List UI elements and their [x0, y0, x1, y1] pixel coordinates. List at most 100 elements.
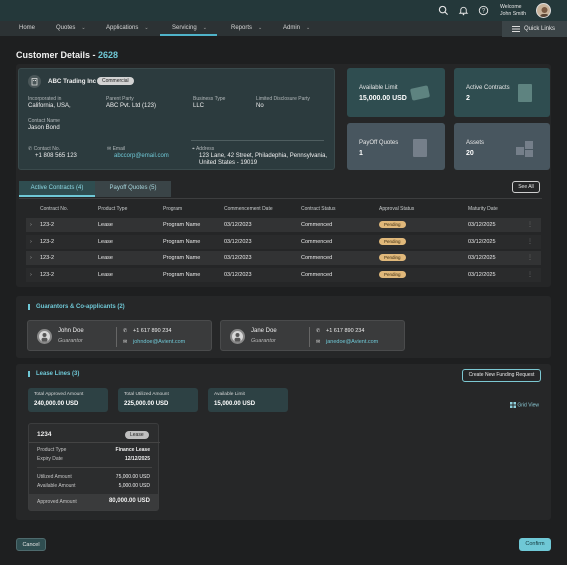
boxes-icon — [516, 141, 533, 157]
search-icon[interactable] — [438, 5, 449, 16]
guarantor-role: Guarantor — [58, 338, 83, 344]
nav-home-label: Home — [19, 25, 36, 31]
cell-program: Program Name — [163, 255, 201, 261]
grid-icon — [510, 402, 516, 408]
cell-maturity: 03/12/2025 — [468, 239, 496, 245]
guarantor-phone: +1 617 890 234 — [133, 328, 172, 334]
parent-party-value: ABC Pvt. Ltd (123) — [106, 103, 157, 109]
divider — [37, 467, 152, 468]
lease-line-card[interactable]: 1234 Lease Product Type Finance Lease Ex… — [28, 423, 160, 511]
email-value[interactable]: abccorp@email.com — [114, 153, 169, 159]
summary-value: 240,000.00 USD — [34, 401, 79, 407]
divider — [19, 198, 542, 199]
create-funding-request-button[interactable]: Create New Funding Request — [462, 369, 541, 382]
cell-program: Program Name — [163, 222, 201, 228]
guarantor-role: Guarantor — [251, 338, 276, 344]
nav-servicing[interactable]: Servicing ⌄ — [172, 25, 207, 31]
tab-payoff-quotes[interactable]: Payoff Quotes (5) — [95, 181, 171, 197]
cell-contract-no: 123-2 — [40, 222, 55, 228]
approved-amount-bar: Approved Amount 80,000.00 USD — [29, 494, 158, 510]
kpi-payoff-quotes[interactable]: PayOff Quotes 1 — [347, 123, 445, 170]
help-icon[interactable]: ? — [478, 5, 489, 16]
cancel-button[interactable]: Cancel — [16, 538, 46, 551]
guarantor-card[interactable]: Jane Doe Guarantor ✆ +1 617 890 234 ✉ ja… — [220, 320, 405, 351]
incorporated-label: Incorporated in — [28, 96, 62, 102]
cell-contract-no: 123-2 — [40, 272, 55, 278]
cell-product-type: Lease — [98, 255, 113, 261]
chevron-right-icon[interactable]: › — [30, 272, 32, 278]
guarantor-email[interactable]: janedoe@Avient.com — [326, 339, 378, 345]
nav-home[interactable]: Home — [19, 25, 35, 31]
status-badge: Pending — [379, 271, 406, 278]
guarantor-email[interactable]: johndoe@Avient.com — [133, 339, 185, 345]
table-row[interactable]: › 123-2 Lease Program Name 03/12/2023 Co… — [26, 268, 541, 282]
more-icon[interactable]: ⋮ — [527, 254, 533, 261]
user-icon — [234, 333, 241, 342]
nav-active-indicator — [160, 34, 217, 36]
address-line-2: United States - 19019 — [199, 160, 258, 166]
incorporated-value: California, USA, — [28, 103, 71, 109]
status-badge: Pending — [379, 238, 406, 245]
divider — [29, 442, 160, 443]
parent-party-label: Parent Party — [106, 96, 134, 102]
more-icon[interactable]: ⋮ — [527, 238, 533, 245]
cell-maturity: 03/12/2025 — [468, 272, 496, 278]
email-icon: ✉ — [316, 339, 321, 345]
cell-contract-status: Commenced — [301, 272, 333, 278]
divider — [191, 140, 324, 141]
more-icon[interactable]: ⋮ — [527, 221, 533, 228]
contact-no-label: ✆ Contact No. — [28, 146, 60, 152]
table-row[interactable]: › 123-2 Lease Program Name 03/12/2023 Co… — [26, 251, 541, 265]
summary-value: 15,000.00 USD — [214, 401, 256, 407]
kpi-assets[interactable]: Assets 20 — [454, 123, 550, 170]
grid-view-toggle[interactable]: Grid View — [510, 402, 539, 408]
cell-maturity: 03/12/2025 — [468, 222, 496, 228]
lease-lines-title: Lease Lines (3) — [28, 371, 79, 377]
kpi-active-contracts[interactable]: Active Contracts 2 — [454, 68, 550, 117]
cell-commencement: 03/12/2023 — [224, 239, 252, 245]
card-icon — [410, 85, 430, 101]
kpi-payoff-quotes-label: PayOff Quotes — [359, 140, 399, 146]
product-type-label: Product Type — [37, 447, 67, 453]
nav-applications[interactable]: Applications ⌄ — [106, 25, 149, 31]
user-avatar[interactable] — [536, 3, 551, 18]
disclosure-label: Limited Disclosure Party — [256, 96, 310, 102]
chevron-right-icon[interactable]: › — [30, 239, 32, 245]
nav-reports[interactable]: Reports ⌄ — [231, 25, 262, 31]
nav-applications-label: Applications — [106, 25, 139, 31]
email-icon: ✉ — [123, 339, 128, 345]
chevron-down-icon: ⌄ — [144, 25, 149, 31]
contracts-tabs: Active Contracts (4) Payoff Quotes (5) — [19, 181, 171, 197]
customer-id: 2628 — [98, 50, 119, 60]
more-icon[interactable]: ⋮ — [527, 271, 533, 278]
status-badge: Pending — [379, 221, 406, 228]
summary-label: Total Utilized Amount — [124, 392, 169, 397]
email-label: ✉ Email — [107, 146, 125, 152]
kpi-available-limit[interactable]: Available Limit 15,000.00 USD — [347, 68, 445, 117]
table-row[interactable]: › 123-2 Lease Program Name 03/12/2023 Co… — [26, 218, 541, 232]
nav-quotes[interactable]: Quotes ⌄ — [56, 25, 86, 31]
kpi-active-contracts-label: Active Contracts — [466, 85, 510, 91]
chevron-right-icon[interactable]: › — [30, 222, 32, 228]
chevron-right-icon[interactable]: › — [30, 255, 32, 261]
confirm-button[interactable]: Confirm — [519, 538, 551, 551]
kpi-payoff-quotes-value: 1 — [359, 150, 363, 157]
approved-amount-value: 80,000.00 USD — [108, 498, 150, 504]
col-product-type: Product Type — [98, 206, 128, 212]
guarantor-card[interactable]: John Doe Guarantor ✆ +1 617 890 234 ✉ jo… — [27, 320, 212, 351]
tab-active-contracts[interactable]: Active Contracts (4) — [19, 181, 95, 197]
quick-links-button[interactable]: Quick Links — [502, 21, 567, 37]
lease-line-id: 1234 — [37, 431, 52, 438]
email-label-text: Email — [112, 146, 126, 152]
phone-icon: ✆ — [123, 328, 128, 334]
expiry-date-value: 12/12/2025 — [124, 456, 150, 462]
avatar — [37, 329, 52, 344]
kpi-available-limit-label: Available Limit — [359, 85, 398, 91]
cell-commencement: 03/12/2023 — [224, 272, 252, 278]
table-row[interactable]: › 123-2 Lease Program Name 03/12/2023 Co… — [26, 235, 541, 249]
nav-admin[interactable]: Admin ⌄ — [283, 25, 310, 31]
see-all-button[interactable]: See All — [512, 181, 540, 193]
summary-label: Total Approved Amount — [34, 392, 84, 397]
user-icon — [540, 7, 549, 17]
bell-icon[interactable] — [458, 5, 469, 16]
